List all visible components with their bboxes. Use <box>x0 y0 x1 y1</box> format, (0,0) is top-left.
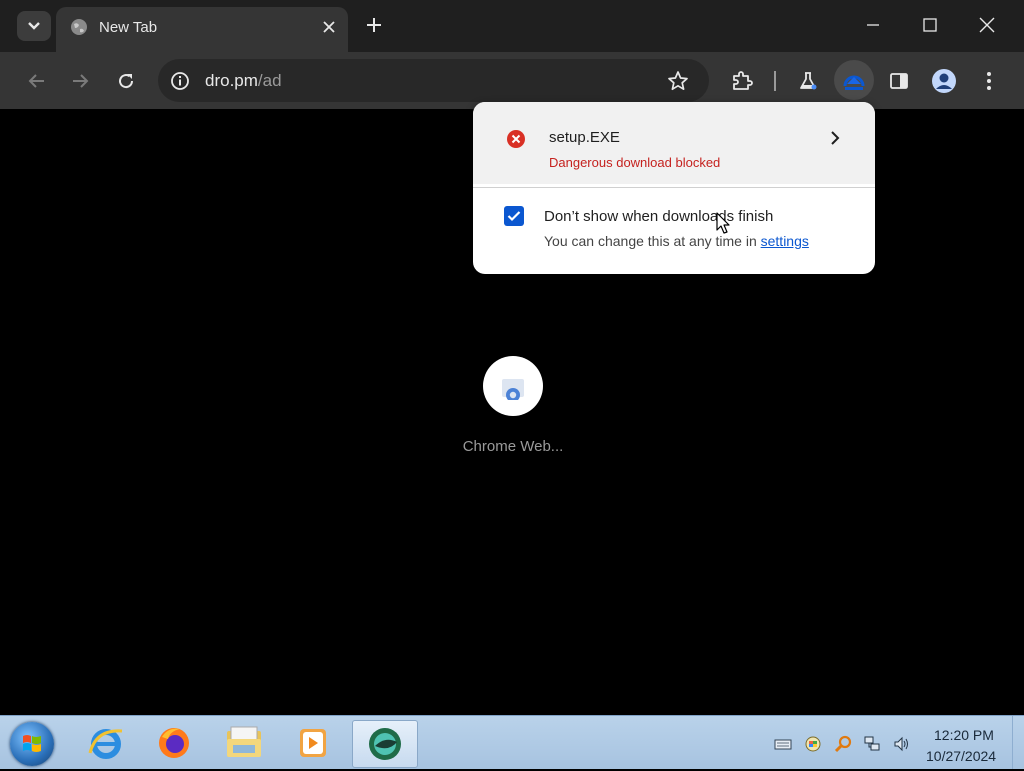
chrome-web-store-icon <box>502 379 524 400</box>
minimize-button[interactable] <box>858 10 888 40</box>
download-icon <box>843 75 865 90</box>
clock-time[interactable]: 12:20 PM <box>934 727 994 743</box>
settings-link[interactable]: settings <box>761 233 809 249</box>
menu-button[interactable] <box>973 65 1005 97</box>
labs-button[interactable] <box>792 65 824 97</box>
maximize-icon <box>923 18 937 32</box>
tab-search-button[interactable] <box>17 11 51 41</box>
address-bar[interactable]: dro.pm/ad <box>158 59 709 102</box>
windows-logo-icon <box>23 735 41 752</box>
close-icon <box>979 17 995 33</box>
windows-taskbar: 12:20 PM 10/27/2024 <box>0 715 1024 769</box>
reload-icon <box>119 74 134 89</box>
star-icon[interactable] <box>667 70 689 92</box>
side-panel-icon <box>890 73 908 89</box>
flask-icon <box>800 72 817 90</box>
minimize-icon <box>867 24 879 26</box>
divider <box>473 187 875 188</box>
info-icon[interactable] <box>170 71 190 91</box>
taskbar-chrome-app[interactable] <box>352 720 418 768</box>
volume-icon[interactable] <box>893 735 911 753</box>
chevron-right-icon[interactable] <box>825 128 845 148</box>
reload-button[interactable] <box>110 65 142 97</box>
tab-new-tab[interactable]: New Tab <box>56 7 348 52</box>
settings-note: You can change this at any time in setti… <box>544 233 809 249</box>
browser-toolbar: dro.pm/ad <box>0 52 1024 109</box>
clock-date[interactable]: 10/27/2024 <box>926 748 996 764</box>
search-icon[interactable] <box>834 735 852 753</box>
close-window-button[interactable] <box>972 10 1002 40</box>
download-bubble: setup.EXE Dangerous download blocked Don… <box>473 102 875 274</box>
back-button[interactable] <box>21 65 53 97</box>
download-item[interactable]: setup.EXE Dangerous download blocked <box>473 102 875 184</box>
avatar-icon <box>932 69 956 93</box>
close-icon <box>323 21 335 33</box>
tab-strip: New Tab <box>0 0 1024 52</box>
shortcut-label: Chrome Web... <box>462 438 564 455</box>
new-tab-button[interactable] <box>363 14 385 36</box>
download-status: Dangerous download blocked <box>549 155 721 170</box>
globe-icon <box>71 19 87 35</box>
dont-show-label[interactable]: Don’t show when downloads finish <box>544 208 773 225</box>
tab-close-button[interactable] <box>320 18 338 36</box>
arrow-left-icon <box>28 74 44 88</box>
downloads-button[interactable] <box>834 60 874 100</box>
maximize-button[interactable] <box>915 10 945 40</box>
shortcut-chrome-web-store[interactable] <box>483 356 543 416</box>
taskbar-firefox[interactable] <box>146 720 202 766</box>
download-filename: setup.EXE <box>549 129 620 146</box>
start-button[interactable] <box>10 722 54 766</box>
extensions-button[interactable] <box>726 65 758 97</box>
url-path: /ad <box>257 71 282 90</box>
profile-button[interactable] <box>928 65 960 97</box>
taskbar-media-player[interactable] <box>284 720 340 766</box>
error-icon <box>507 130 525 148</box>
show-desktop-button[interactable] <box>1012 716 1024 769</box>
tab-title: New Tab <box>99 19 158 36</box>
keyboard-icon[interactable] <box>774 735 792 753</box>
arrow-right-icon <box>73 74 89 88</box>
network-icon[interactable] <box>863 735 881 753</box>
side-panel-button[interactable] <box>883 65 915 97</box>
url-text: dro.pm/ad <box>205 71 282 91</box>
url-host: dro.pm <box>205 71 258 90</box>
checkmark-icon <box>507 211 521 222</box>
app-icon <box>369 728 401 760</box>
flag-icon[interactable] <box>804 735 822 753</box>
mouse-cursor-icon <box>716 212 730 234</box>
kebab-menu-icon <box>987 72 991 90</box>
puzzle-icon <box>733 71 753 90</box>
firefox-icon <box>159 728 189 758</box>
taskbar-file-explorer[interactable] <box>216 720 272 766</box>
forward-button[interactable] <box>64 65 96 97</box>
dont-show-checkbox[interactable] <box>504 206 524 226</box>
media-player-icon <box>300 729 326 757</box>
taskbar-internet-explorer[interactable] <box>78 720 134 766</box>
chevron-down-icon <box>28 22 40 30</box>
internet-explorer-icon <box>88 729 123 759</box>
toolbar-separator <box>774 71 776 91</box>
folder-icon <box>227 726 261 757</box>
plus-icon <box>367 18 381 32</box>
